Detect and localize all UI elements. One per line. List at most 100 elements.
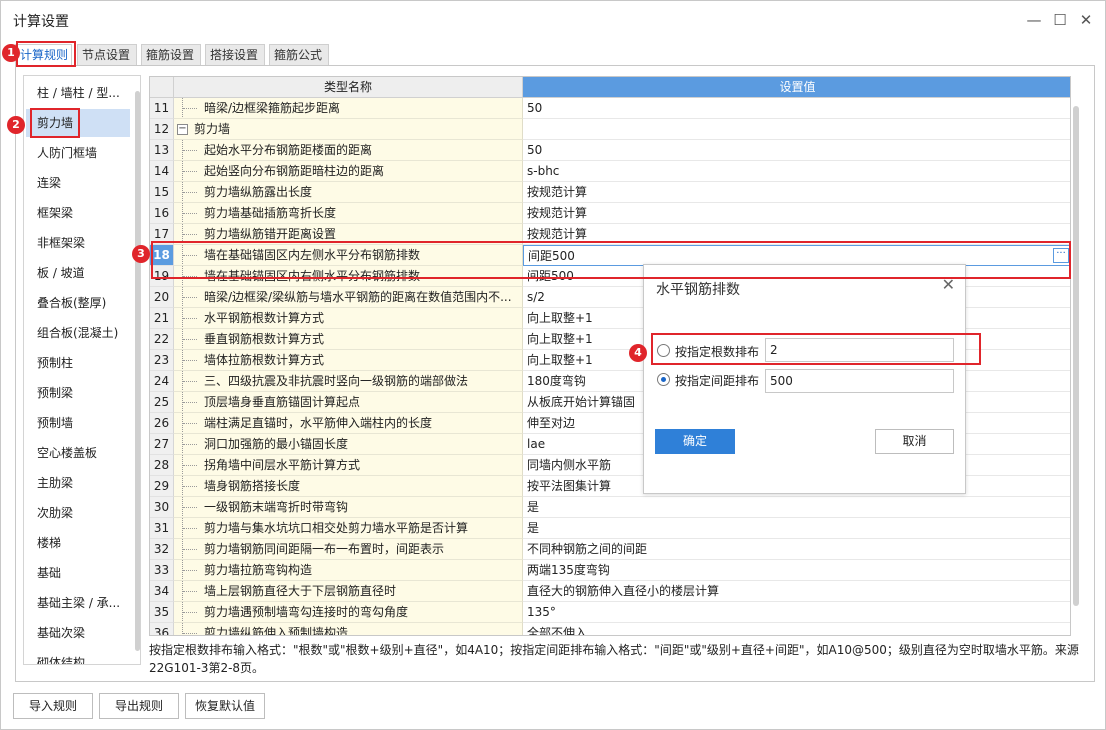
spacing-input[interactable]: 500: [765, 369, 954, 393]
tree-connector: [182, 98, 198, 118]
tree-connector: [182, 497, 198, 517]
table-row[interactable]: 30 一级钢筋末端弯折时带弯钩 是: [150, 497, 1070, 518]
table-row[interactable]: 31 剪力墙与集水坑坑口相交处剪力墙水平筋是否计算 是: [150, 518, 1070, 539]
list-item[interactable]: 主肋梁: [26, 469, 130, 497]
row-name-text: 剪力墙基础插筋弯折长度: [204, 206, 337, 220]
list-item[interactable]: 柱 / 墙柱 / 型...: [26, 79, 130, 107]
row-setting-value[interactable]: 不同种钢筋之间的间距: [523, 539, 1070, 560]
row-type-name: 剪力墙遇预制墙弯勾连接时的弯勾角度: [174, 602, 523, 623]
list-scrollbar-thumb[interactable]: [135, 91, 140, 651]
tree-connector: [182, 455, 198, 475]
row-setting-value[interactable]: 是: [523, 497, 1070, 518]
row-value-text: s-bhc: [527, 164, 560, 178]
row-name-text: 垂直钢筋根数计算方式: [204, 332, 325, 346]
table-row[interactable]: 35 剪力墙遇预制墙弯勾连接时的弯勾角度 135°: [150, 602, 1070, 623]
list-item[interactable]: 连梁: [26, 169, 130, 197]
tab-stirrup-formula[interactable]: 箍筋公式: [269, 44, 329, 66]
list-item[interactable]: 基础: [26, 559, 130, 587]
radio-by-spacing[interactable]: [657, 373, 670, 386]
header-index-cell: [150, 77, 174, 98]
tab-lap-settings[interactable]: 搭接设置: [205, 44, 265, 66]
row-value-text: 按规范计算: [527, 206, 588, 220]
table-row[interactable]: 12− 剪力墙: [150, 119, 1070, 140]
list-item[interactable]: 板 / 坡道: [26, 259, 130, 287]
row-index: 36: [150, 623, 174, 635]
table-row[interactable]: 11 暗梁/边框梁箍筋起步距离 50: [150, 98, 1070, 119]
row-value-text: 是: [527, 521, 540, 535]
row-value-text: 全部不伸入: [527, 626, 588, 636]
row-type-name: 剪力墙纵筋伸入预制墙构造: [174, 623, 523, 635]
list-item[interactable]: 非框架梁: [26, 229, 130, 257]
row-setting-value[interactable]: [523, 119, 1070, 140]
table-row[interactable]: 36 剪力墙纵筋伸入预制墙构造 全部不伸入: [150, 623, 1070, 636]
list-item[interactable]: 砌体结构: [26, 649, 130, 664]
row-type-name: 暗梁/边框梁/梁纵筋与墙水平钢筋的距离在数值范围内不...: [174, 287, 523, 308]
list-item[interactable]: 人防门框墙: [26, 139, 130, 167]
tab-node-settings[interactable]: 节点设置: [77, 44, 137, 66]
row-type-name: 剪力墙钢筋同间距隔一布一布置时，间距表示: [174, 539, 523, 560]
row-name-text: 起始水平分布钢筋距楼面的距离: [204, 143, 373, 157]
list-item[interactable]: 基础主梁 / 承...: [26, 589, 130, 617]
table-row[interactable]: 16 剪力墙基础插筋弯折长度 按规范计算: [150, 203, 1070, 224]
import-rules-button[interactable]: 导入规则: [13, 693, 93, 719]
row-setting-value[interactable]: 135°: [523, 602, 1070, 623]
list-item[interactable]: 基础次梁: [26, 619, 130, 647]
table-row[interactable]: 15 剪力墙纵筋露出长度 按规范计算: [150, 182, 1070, 203]
row-type-name: 一级钢筋末端弯折时带弯钩: [174, 497, 523, 518]
row-type-name: 起始水平分布钢筋距楼面的距离: [174, 140, 523, 161]
table-row[interactable]: 14 起始竖向分布钢筋距暗柱边的距离 s-bhc: [150, 161, 1070, 182]
row-setting-value[interactable]: s-bhc: [523, 161, 1070, 182]
row-setting-value[interactable]: 按规范计算: [523, 203, 1070, 224]
row-name-text: 端柱满足直锚时，水平筋伸入端柱内的长度: [204, 416, 433, 430]
row-name-text: 起始竖向分布钢筋距暗柱边的距离: [204, 164, 385, 178]
row-setting-value[interactable]: 按规范计算: [523, 182, 1070, 203]
export-rules-button[interactable]: 导出规则: [99, 693, 179, 719]
row-index: 28: [150, 455, 174, 476]
grid-scrollbar-thumb[interactable]: [1073, 106, 1079, 606]
row-setting-value[interactable]: 是: [523, 518, 1070, 539]
ok-button[interactable]: 确定: [655, 429, 735, 454]
list-item[interactable]: 楼梯: [26, 529, 130, 557]
collapse-icon[interactable]: −: [177, 124, 188, 135]
list-item[interactable]: 空心楼盖板: [26, 439, 130, 467]
row-name-text: 剪力墙拉筋弯钩构造: [204, 563, 313, 577]
minimize-icon[interactable]: —: [1022, 9, 1046, 31]
row-setting-value[interactable]: 50: [523, 140, 1070, 161]
table-row[interactable]: 34 墙上层钢筋直径大于下层钢筋直径时 直径大的钢筋伸入直径小的楼层计算: [150, 581, 1070, 602]
row-name-text: 一级钢筋末端弯折时带弯钩: [204, 500, 349, 514]
row-setting-value[interactable]: 两端135度弯钩: [523, 560, 1070, 581]
list-item[interactable]: 次肋梁: [26, 499, 130, 527]
row-value-text: 按规范计算: [527, 185, 588, 199]
dialog-title: 水平钢筋排数: [656, 282, 740, 298]
table-row[interactable]: 33 剪力墙拉筋弯钩构造 两端135度弯钩: [150, 560, 1070, 581]
table-row[interactable]: 32 剪力墙钢筋同间距隔一布一布置时，间距表示 不同种钢筋之间的间距: [150, 539, 1070, 560]
row-type-name: 剪力墙与集水坑坑口相交处剪力墙水平筋是否计算: [174, 518, 523, 539]
list-item[interactable]: 叠合板(整厚): [26, 289, 130, 317]
row-type-name: 三、四级抗震及非抗震时竖向一级钢筋的端部做法: [174, 371, 523, 392]
row-name-text: 三、四级抗震及非抗震时竖向一级钢筋的端部做法: [204, 374, 469, 388]
grid-header: 类型名称 设置值: [150, 77, 1070, 98]
tree-connector: [182, 161, 198, 181]
restore-defaults-button[interactable]: 恢复默认值: [185, 693, 265, 719]
row-setting-value[interactable]: 全部不伸入: [523, 623, 1070, 636]
maximize-icon[interactable]: ☐: [1048, 9, 1072, 31]
row-setting-value[interactable]: 直径大的钢筋伸入直径小的楼层计算: [523, 581, 1070, 602]
list-item[interactable]: 预制柱: [26, 349, 130, 377]
row-type-name: 剪力墙纵筋露出长度: [174, 182, 523, 203]
tree-connector: [182, 371, 198, 391]
list-item[interactable]: 框架梁: [26, 199, 130, 227]
tab-stirrup-settings[interactable]: 箍筋设置: [141, 44, 201, 66]
list-item[interactable]: 预制墙: [26, 409, 130, 437]
close-icon[interactable]: ✕: [1074, 9, 1098, 31]
cancel-button[interactable]: 取消: [875, 429, 954, 454]
list-item[interactable]: 组合板(混凝土): [26, 319, 130, 347]
row-index: 16: [150, 203, 174, 224]
row-setting-value[interactable]: 50: [523, 98, 1070, 119]
row-value-text: 是: [527, 500, 540, 514]
table-row[interactable]: 13 起始水平分布钢筋距楼面的距离 50: [150, 140, 1070, 161]
list-item[interactable]: 预制梁: [26, 379, 130, 407]
annotation-marker-2: 2: [7, 116, 25, 134]
tree-connector: [182, 287, 198, 307]
annotation-marker-1: 1: [2, 44, 20, 62]
tree-connector: [182, 602, 198, 622]
